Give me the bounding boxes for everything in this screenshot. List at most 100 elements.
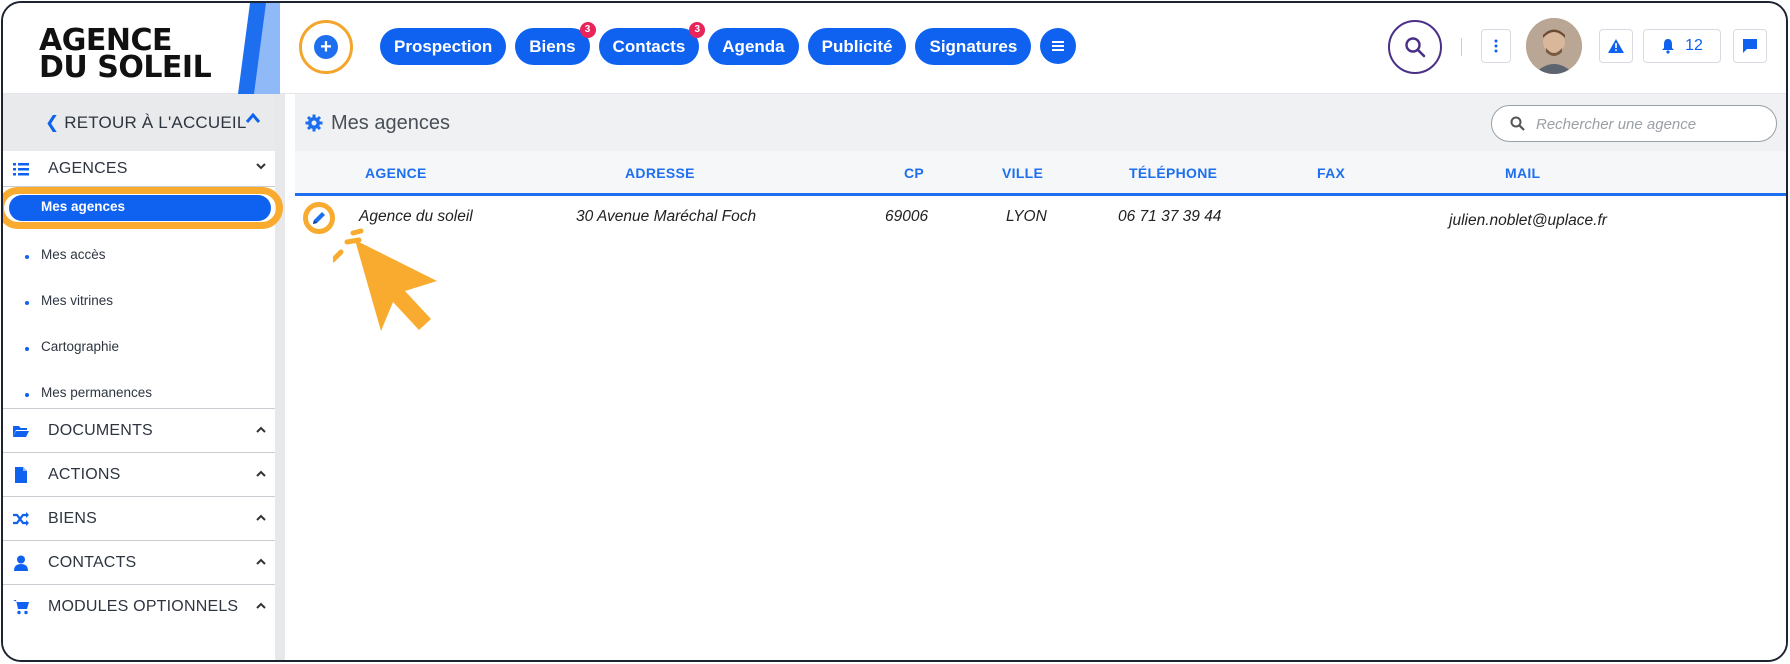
sidebar-item-mes-permanences[interactable]: Mes permanences [3, 371, 275, 409]
sidebar-item-mes-permanences-label: Mes permanences [41, 385, 153, 400]
divider [1461, 38, 1462, 56]
app-window: AGENCE DU SOLEIL + Prospection Biens 3 Co… [1, 1, 1788, 662]
chevron-up-icon [256, 514, 266, 521]
chat-icon [1743, 39, 1757, 53]
user-avatar[interactable] [1526, 18, 1582, 74]
sidebar-section-contacts-label: CONTACTS [48, 553, 137, 571]
notifications-button[interactable]: 12 [1643, 29, 1721, 63]
cart-icon [13, 600, 29, 615]
cell-mail: julien.noblet@uplace.fr [1449, 212, 1607, 229]
agency-search[interactable] [1491, 105, 1777, 142]
sidebar-section-actions-label: ACTIONS [48, 465, 121, 483]
column-header-cp[interactable]: CP [904, 165, 924, 181]
nav-biens[interactable]: Biens 3 [515, 22, 596, 65]
sidebar-section-biens[interactable]: BIENS [3, 497, 275, 541]
back-to-home-label: RETOUR À L'ACCUEIL [64, 112, 247, 132]
edit-button[interactable] [303, 202, 335, 234]
cell-ville: LYON [1006, 208, 1047, 225]
search-icon [1510, 116, 1525, 131]
nav-biens-badge: 3 [579, 22, 596, 38]
sidebar-item-cartographie-label: Cartographie [41, 339, 120, 354]
kebab-icon [1494, 39, 1498, 53]
nav-signatures[interactable]: Signatures [915, 28, 1032, 65]
sidebar-item-mes-vitrines-label: Mes vitrines [41, 293, 114, 308]
global-search-button[interactable] [1388, 20, 1442, 74]
chevron-up-icon [256, 470, 266, 477]
agency-search-input[interactable] [1536, 114, 1766, 134]
page-header: Mes agences [295, 94, 1786, 151]
user-icon [14, 555, 28, 571]
column-header-adresse[interactable]: ADRESSE [625, 165, 695, 181]
folder-open-icon [13, 426, 29, 437]
bell-icon [1662, 39, 1675, 54]
sidebar-section-contacts[interactable]: CONTACTS [3, 541, 275, 585]
nav-contacts-label: Contacts [612, 37, 686, 56]
sidebar-section-agences[interactable]: AGENCES [3, 151, 275, 187]
chevron-up-icon [256, 558, 266, 565]
bullet-icon [25, 301, 29, 305]
column-header-ville[interactable]: VILLE [1002, 165, 1043, 181]
top-bar: AGENCE DU SOLEIL + Prospection Biens 3 Co… [3, 3, 1786, 94]
sidebar-item-mes-agences-label: Mes agences [41, 199, 126, 214]
search-icon [1405, 37, 1426, 58]
nav-agenda-label: Agenda [722, 37, 785, 56]
bullet-icon [25, 393, 29, 397]
alerts-button[interactable] [1599, 29, 1633, 63]
avatar-image [1526, 18, 1582, 74]
sidebar-item-mes-acces[interactable]: Mes accès [3, 233, 275, 279]
page-title: Mes agences [331, 112, 450, 134]
sidebar-section-modules[interactable]: MODULES OPTIONNELS [3, 585, 275, 629]
table-header: AGENCE ADRESSE CP VILLE TÉLÉPHONE FAX MA… [295, 151, 1786, 196]
column-header-mail[interactable]: MAIL [1505, 165, 1540, 181]
table-row[interactable]: Agence du soleil 30 Avenue Maréchal Foch… [295, 196, 1786, 246]
logo-stripe-decoration [238, 3, 280, 94]
quick-add-button[interactable]: + [299, 20, 353, 74]
bullet-icon [25, 255, 29, 259]
brand-line-2: DU SOLEIL [39, 50, 212, 85]
column-header-fax[interactable]: FAX [1317, 165, 1345, 181]
pointer-hand-icon [333, 228, 437, 331]
cell-adresse: 30 Avenue Maréchal Foch [576, 208, 757, 225]
nav-signatures-label: Signatures [929, 37, 1018, 56]
nav-more-button[interactable] [1040, 28, 1077, 64]
sidebar-item-mes-vitrines[interactable]: Mes vitrines [3, 279, 275, 325]
nav-contacts-badge: 3 [689, 22, 706, 38]
back-to-home-link[interactable]: ❮ RETOUR À L'ACCUEIL [3, 94, 275, 151]
gear-icon [305, 114, 323, 132]
column-header-telephone[interactable]: TÉLÉPHONE [1129, 165, 1217, 181]
file-icon [15, 467, 27, 483]
nav-publicite-label: Publicité [821, 37, 893, 56]
messages-button[interactable] [1733, 29, 1767, 63]
brand-logo[interactable]: AGENCE DU SOLEIL [39, 26, 212, 85]
nav-prospection[interactable]: Prospection [380, 28, 507, 65]
notifications-count: 12 [1685, 37, 1703, 54]
main-nav: Prospection Biens 3 Contacts 3 Agenda Publ… [380, 22, 1077, 65]
chevron-up-icon[interactable] [245, 112, 261, 124]
sidebar-item-mes-agences[interactable]: Mes agences [3, 187, 283, 233]
sidebar-section-agences-label: AGENCES [48, 159, 128, 177]
sidebar-section-actions[interactable]: ACTIONS [3, 453, 275, 497]
column-header-agence[interactable]: AGENCE [365, 165, 427, 181]
sidebar-section-documents[interactable]: DOCUMENTS [3, 409, 275, 453]
more-options-button[interactable] [1481, 29, 1511, 63]
sidebar: ❮ RETOUR À L'ACCUEIL AGENCES Mes agences… [3, 94, 285, 660]
cell-cp: 69006 [885, 208, 929, 225]
main-content: Mes agences AGENCE ADRESSE CP VILLE TÉLÉ… [295, 94, 1786, 660]
chevron-down-icon [256, 163, 266, 170]
bullet-icon [25, 347, 29, 351]
nav-agenda[interactable]: Agenda [708, 28, 799, 65]
warning-icon [1608, 39, 1624, 53]
sidebar-section-modules-label: MODULES OPTIONNELS [48, 598, 239, 615]
nav-prospection-label: Prospection [394, 37, 493, 56]
pencil-icon [313, 212, 325, 224]
sidebar-item-mes-acces-label: Mes accès [41, 247, 106, 262]
plus-icon: + [314, 35, 338, 59]
nav-biens-label: Biens [529, 37, 576, 56]
sidebar-section-biens-label: BIENS [48, 509, 98, 527]
nav-publicite[interactable]: Publicité [807, 28, 907, 65]
chevron-left-icon: ❮ [45, 112, 60, 132]
nav-contacts[interactable]: Contacts 3 [598, 22, 706, 65]
sidebar-section-documents-label: DOCUMENTS [48, 421, 153, 439]
sidebar-item-cartographie[interactable]: Cartographie [3, 325, 275, 371]
chevron-up-icon [256, 602, 266, 609]
